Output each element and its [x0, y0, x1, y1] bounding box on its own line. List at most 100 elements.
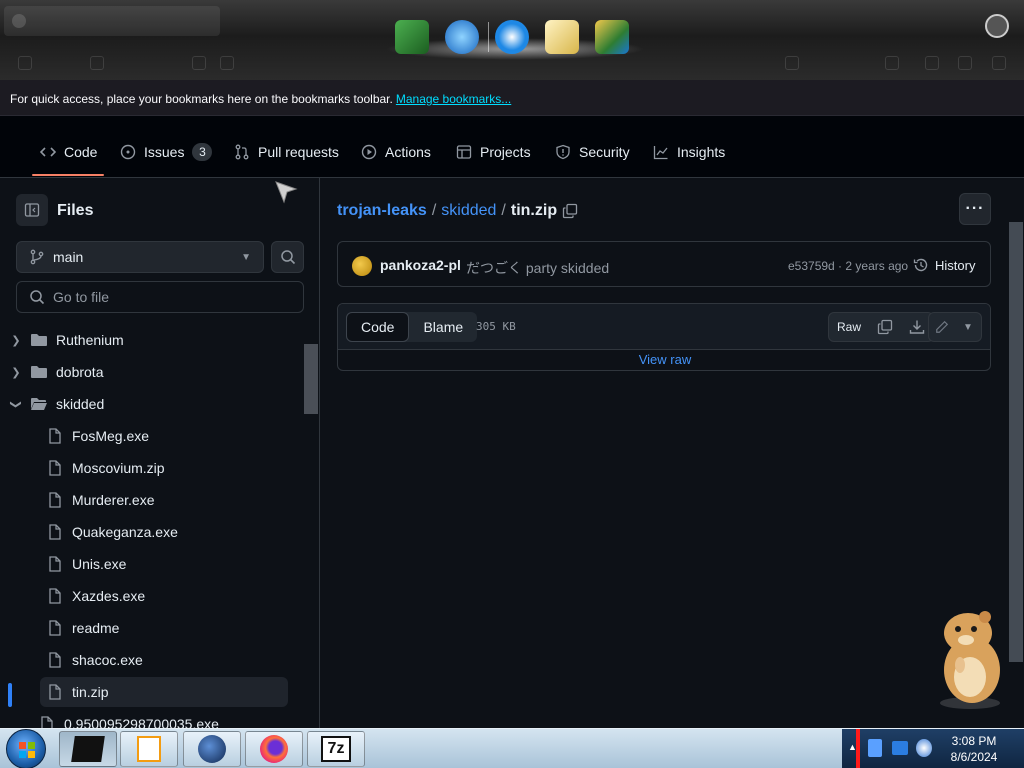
tray-app-icon[interactable]: [868, 739, 882, 757]
tab-insights[interactable]: Insights: [653, 138, 725, 166]
mail-icon[interactable]: [545, 20, 579, 54]
tab-insights-label: Insights: [677, 144, 726, 160]
back-icon[interactable]: [18, 56, 32, 70]
avatar[interactable]: [352, 256, 372, 276]
taskbar-item-media-player[interactable]: [120, 731, 178, 767]
pencil-icon: [936, 320, 949, 333]
forward-icon[interactable]: [90, 56, 104, 70]
tree-item-skidded[interactable]: ❯ skidded: [8, 389, 288, 419]
tree-item-file[interactable]: 0.950095298700035.exe: [32, 709, 288, 728]
users-icon[interactable]: [595, 20, 629, 54]
excel-app-icon[interactable]: [395, 20, 429, 54]
active-tab-indicator: [32, 174, 104, 176]
file-icon: [49, 524, 61, 540]
download-icon: [909, 320, 925, 334]
chevron-down-icon: ▼: [241, 251, 251, 263]
mouse-cursor-icon: [275, 181, 298, 204]
tab-pull-requests[interactable]: Pull requests: [234, 138, 339, 166]
edit-dropdown-button[interactable]: ▼: [955, 313, 981, 341]
chevron-right-icon: ❯: [11, 334, 21, 347]
sidebar-collapse-button[interactable]: [16, 194, 48, 226]
view-raw-link[interactable]: View raw: [338, 352, 990, 367]
hamster-mascot-icon: [940, 611, 1000, 709]
tree-item-label: Quakeganza.exe: [72, 524, 178, 540]
chevron-down-icon: ▼: [963, 321, 973, 333]
clock-time: 3:08 PM: [951, 734, 997, 748]
latest-commit-box: pankoza2-pl だつごく party skidded e53759d ·…: [337, 241, 991, 287]
folder-open-icon: [31, 398, 47, 410]
tree-item-dobrota[interactable]: ❯ dobrota: [8, 357, 288, 387]
file-icon: [41, 716, 53, 728]
copy-icon[interactable]: [562, 203, 578, 219]
raw-button[interactable]: Raw: [829, 313, 869, 341]
copy-raw-button[interactable]: [869, 313, 901, 341]
breadcrumb-repo-link[interactable]: trojan-leaks: [337, 202, 427, 220]
breadcrumb-separator: /: [501, 202, 506, 219]
tree-item-file-selected[interactable]: tin.zip: [40, 677, 288, 707]
edit-button[interactable]: [929, 313, 955, 341]
taskbar-item-globe[interactable]: [183, 731, 241, 767]
briefcase-icon[interactable]: [985, 14, 1009, 38]
network-icon[interactable]: [892, 741, 908, 755]
tree-item-file[interactable]: Quakeganza.exe: [40, 517, 288, 547]
tab-actions[interactable]: Actions: [361, 138, 431, 166]
tab-projects-label: Projects: [480, 144, 531, 160]
commit-meta[interactable]: e53759d · 2 years ago: [788, 259, 908, 273]
star-icon[interactable]: [785, 56, 799, 70]
blame-view-button[interactable]: Blame: [409, 312, 477, 342]
account-icon[interactable]: [925, 56, 939, 70]
tree-item-file[interactable]: Moscovium.zip: [40, 453, 288, 483]
tab-projects[interactable]: Projects: [456, 138, 531, 166]
go-to-file-input[interactable]: Go to file: [16, 281, 304, 313]
tree-item-label: Xazdes.exe: [72, 588, 146, 604]
breadcrumb: trojan-leaks / skidded / tin.zip: [337, 200, 578, 222]
extensions-icon[interactable]: [885, 56, 899, 70]
tree-item-file[interactable]: Murderer.exe: [40, 485, 288, 515]
tree-item-file[interactable]: Unis.exe: [40, 549, 288, 579]
tree-item-label: readme: [72, 620, 120, 636]
page-scroll-thumb[interactable]: [1009, 222, 1023, 662]
tab-actions-label: Actions: [385, 144, 431, 160]
more-options-button[interactable]: ···: [959, 193, 991, 225]
taskbar-item-7zip[interactable]: 7z: [307, 731, 365, 767]
globe-download-icon[interactable]: [445, 20, 479, 54]
tab-issues[interactable]: Issues 3: [120, 138, 213, 166]
tab-security[interactable]: Security: [555, 138, 630, 166]
branch-selector[interactable]: main ▼: [16, 241, 264, 273]
downloads-icon[interactable]: [958, 56, 972, 70]
view-toggle: Code Blame: [346, 312, 478, 342]
shield-icon[interactable]: [192, 56, 206, 70]
taskbar-clock[interactable]: 3:08 PM 8/6/2024: [940, 733, 1008, 765]
branch-name: main: [53, 249, 84, 265]
chevron-down-icon: ❯: [9, 399, 22, 409]
search-button[interactable]: [271, 241, 304, 273]
commit-message[interactable]: だつごく party skidded: [466, 258, 609, 278]
taskbar-item-firefox[interactable]: [245, 731, 303, 767]
history-button[interactable]: History: [913, 252, 975, 278]
internet-explorer-icon[interactable]: [495, 20, 529, 54]
code-view-button[interactable]: Code: [346, 312, 410, 342]
tree-item-ruthenium[interactable]: ❯ Ruthenium: [8, 325, 288, 355]
tree-item-label: dobrota: [56, 364, 104, 380]
breadcrumb-folder-link[interactable]: skidded: [441, 202, 496, 220]
taskbar-item-terminal[interactable]: [59, 731, 117, 767]
tree-item-file[interactable]: readme: [40, 613, 288, 643]
tab-code[interactable]: Code: [40, 138, 97, 166]
tree-item-file[interactable]: FosMeg.exe: [40, 421, 288, 451]
tree-item-file[interactable]: shacoc.exe: [40, 645, 288, 675]
tree-item-file[interactable]: Xazdes.exe: [40, 581, 288, 611]
tree-item-label: tin.zip: [72, 684, 109, 700]
code-icon: [40, 144, 56, 160]
browser-tab[interactable]: [4, 6, 220, 36]
commit-author-link[interactable]: pankoza2-pl: [380, 257, 461, 273]
manage-bookmarks-link[interactable]: Manage bookmarks...: [396, 92, 511, 106]
history-icon: [913, 258, 928, 272]
sidebar-scroll-thumb[interactable]: [304, 344, 318, 414]
volume-icon[interactable]: [916, 739, 932, 757]
start-button[interactable]: [6, 729, 46, 768]
folder-icon: [31, 334, 47, 346]
file-icon: [49, 492, 61, 508]
menu-icon[interactable]: [992, 56, 1006, 70]
sidebar-scrollbar[interactable]: [302, 340, 318, 720]
copy-icon: [877, 319, 893, 335]
